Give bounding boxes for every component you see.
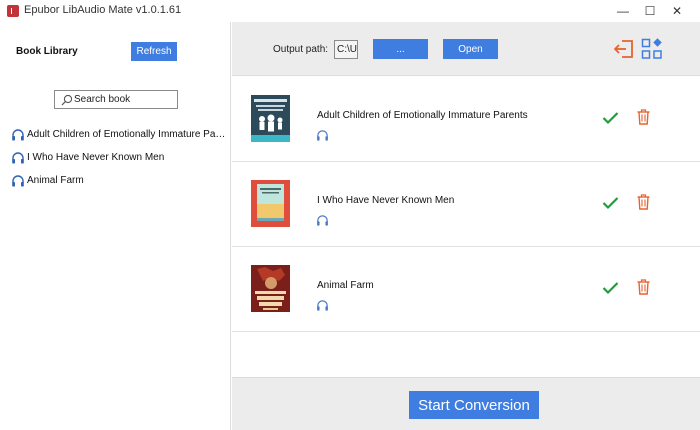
library-item-label: Adult Children of Emotionally Immature P… [27, 129, 227, 140]
book-row[interactable]: I Who Have Never Known Men [232, 162, 700, 247]
trash-icon[interactable] [637, 194, 650, 210]
title-bar: Epubor LibAudio Mate v1.0.1.61 — ☐ ✕ [0, 0, 700, 22]
browse-button[interactable]: ... [373, 39, 428, 59]
library-item[interactable]: I Who Have Never Known Men [10, 146, 228, 169]
library-title: Book Library [16, 46, 78, 57]
library-item[interactable]: Adult Children of Emotionally Immature P… [10, 123, 228, 146]
book-title: I Who Have Never Known Men [317, 195, 455, 206]
book-cover [251, 95, 290, 142]
book-title: Adult Children of Emotionally Immature P… [317, 110, 528, 121]
open-folder-button[interactable]: Open [443, 39, 498, 59]
apps-grid-icon[interactable] [641, 38, 663, 60]
book-list: Adult Children of Emotionally Immature P… [232, 77, 700, 377]
check-icon[interactable] [602, 196, 619, 210]
headphones-icon [317, 215, 328, 226]
refresh-button[interactable]: Refresh [131, 42, 177, 61]
logout-icon[interactable] [614, 39, 634, 59]
search-input[interactable] [74, 91, 174, 108]
search-icon [61, 94, 73, 106]
start-conversion-button[interactable]: Start Conversion [409, 391, 539, 419]
library-item-label: Animal Farm [27, 175, 84, 186]
headphones-icon [317, 300, 328, 311]
library-item[interactable]: Animal Farm [10, 169, 228, 192]
book-title: Animal Farm [317, 280, 374, 291]
book-row[interactable]: Animal Farm [232, 247, 700, 332]
book-cover [251, 265, 290, 312]
trash-icon[interactable] [637, 109, 650, 125]
search-box[interactable] [54, 90, 178, 109]
output-toolbar: Output path: ... Open [232, 22, 700, 76]
trash-icon[interactable] [637, 279, 650, 295]
check-icon[interactable] [602, 281, 619, 295]
window-title: Epubor LibAudio Mate v1.0.1.61 [24, 4, 182, 16]
bottom-bar: Start Conversion [232, 377, 700, 430]
output-path-label: Output path: [273, 44, 329, 55]
close-button[interactable]: ✕ [654, 0, 700, 22]
headphones-icon [317, 130, 328, 141]
book-library-panel: Book Library Refresh Adult Children of E… [0, 22, 231, 430]
app-logo-icon [7, 5, 19, 17]
library-item-label: I Who Have Never Known Men [27, 152, 165, 163]
headphones-icon [12, 174, 24, 186]
book-row[interactable]: Adult Children of Emotionally Immature P… [232, 77, 700, 162]
output-path-field[interactable] [334, 40, 358, 59]
headphones-icon [12, 151, 24, 163]
library-list: Adult Children of Emotionally Immature P… [10, 123, 228, 192]
book-cover [251, 180, 290, 227]
headphones-icon [12, 128, 24, 140]
app-window: Epubor LibAudio Mate v1.0.1.61 — ☐ ✕ Boo… [0, 0, 700, 430]
check-icon[interactable] [602, 111, 619, 125]
